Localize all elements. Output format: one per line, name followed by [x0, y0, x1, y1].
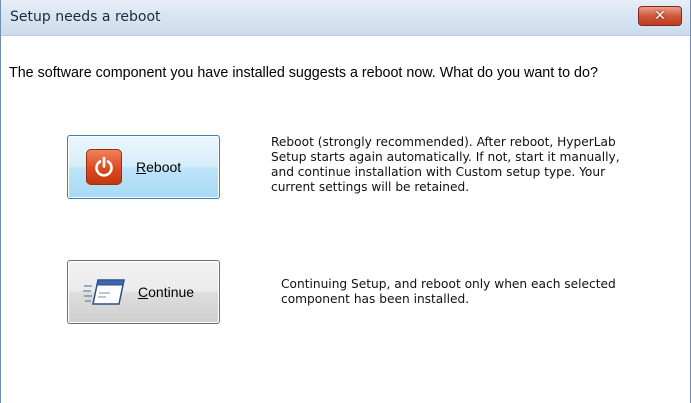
prompt-text: The software component you have installe…	[9, 65, 598, 81]
continue-button-label: Continue	[138, 284, 195, 300]
reboot-description: Reboot (strongly recommended). After reb…	[271, 135, 620, 194]
reboot-button-label: Reboot	[136, 159, 182, 175]
reboot-dialog: Setup needs a reboot ✕ The software comp…	[0, 0, 691, 403]
continue-description: Continuing Setup, and reboot only when e…	[281, 277, 616, 306]
title-bar[interactable]: Setup needs a reboot ✕	[1, 0, 690, 36]
continue-button[interactable]: Continue	[67, 260, 220, 324]
reboot-button[interactable]: Reboot	[67, 135, 220, 199]
close-button[interactable]: ✕	[638, 6, 682, 26]
dialog-title: Setup needs a reboot	[10, 9, 161, 25]
close-icon: ✕	[654, 8, 666, 24]
window-icon	[82, 277, 128, 307]
power-icon	[86, 149, 122, 185]
